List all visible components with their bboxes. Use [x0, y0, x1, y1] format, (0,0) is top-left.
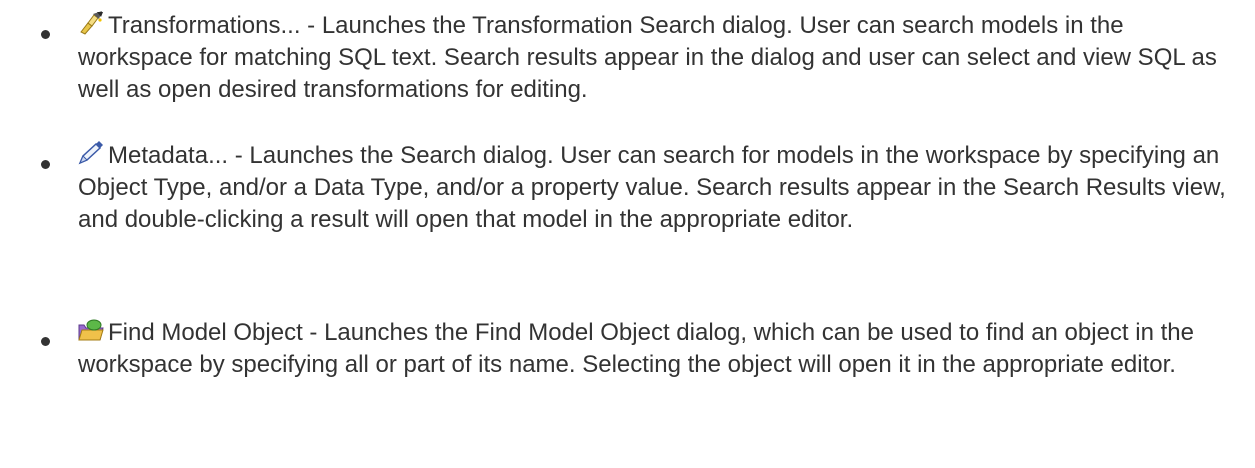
item-text-block: Transformations... - Launches the Transf… — [78, 10, 1243, 106]
metadata-search-icon — [78, 141, 104, 165]
item-text-block: Find Model Object - Launches the Find Mo… — [78, 317, 1243, 381]
item-text: Transformations... - Launches the Transf… — [78, 12, 1217, 103]
transformation-search-icon — [78, 11, 104, 35]
bullet-dot — [41, 337, 50, 346]
item-text-block: Metadata... - Launches the Search dialog… — [78, 140, 1243, 236]
item-text: Metadata... - Launches the Search dialog… — [78, 142, 1226, 233]
bullet-dot — [41, 30, 50, 39]
find-model-object-icon — [78, 318, 104, 342]
bullet-dot — [41, 160, 50, 169]
item-text: Find Model Object - Launches the Find Mo… — [78, 319, 1194, 378]
